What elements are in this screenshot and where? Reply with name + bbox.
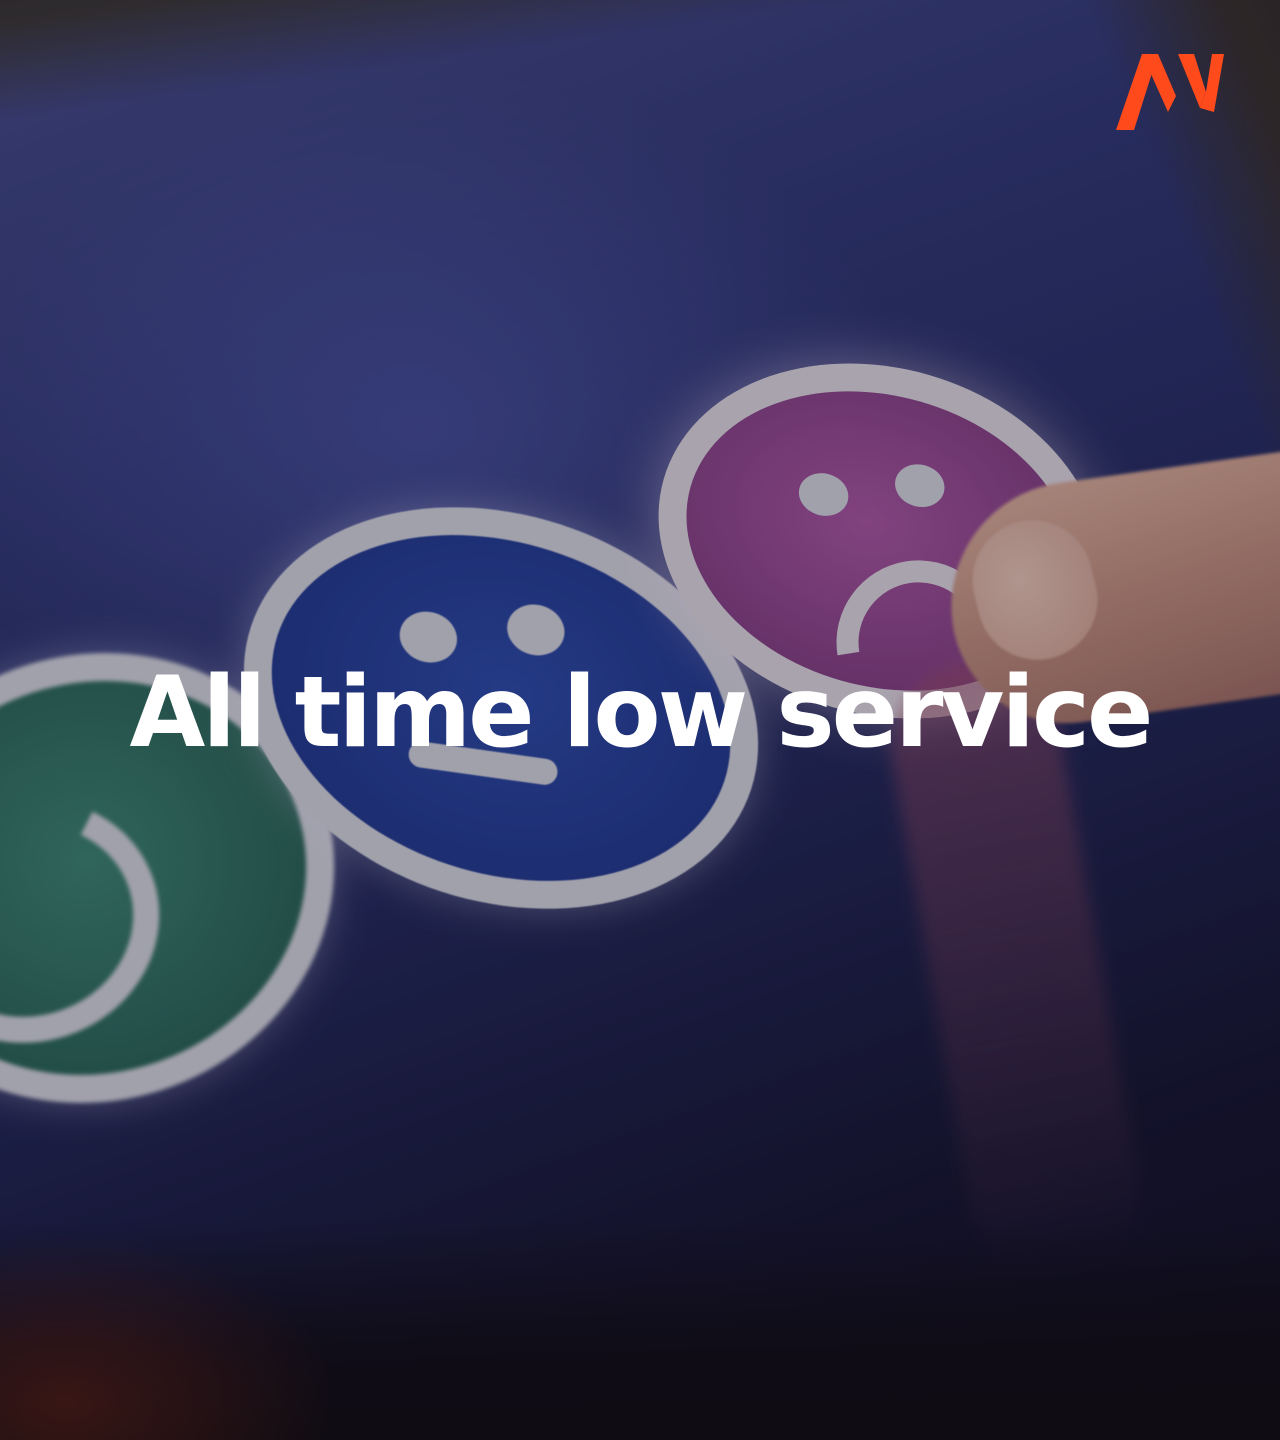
headline: All time low service: [129, 656, 1153, 770]
av-logo-icon: [1116, 54, 1224, 130]
background-photo: All time low service: [0, 0, 1280, 1440]
